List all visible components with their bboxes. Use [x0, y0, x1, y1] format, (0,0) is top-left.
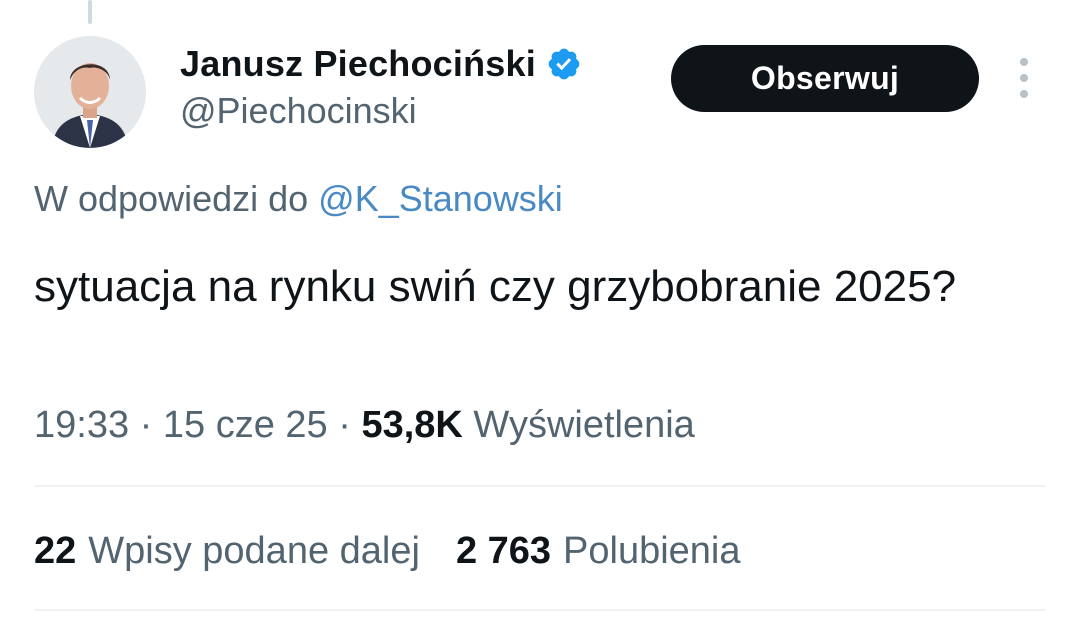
- tweet-text: sytuacja na rynku swiń czy grzybobranie …: [34, 262, 957, 311]
- tweet-date[interactable]: 15 cze 25: [163, 404, 328, 446]
- author-name-row: Janusz Piechociński: [180, 42, 582, 86]
- tweet-meta: 19:33 · 15 cze 25 · 53,8K Wyświetlenia: [34, 404, 695, 447]
- reply-mention-link[interactable]: @K_Stanowski: [318, 178, 563, 219]
- likes-stat[interactable]: 2 763 Polubienia: [456, 530, 741, 573]
- reply-prefix: W odpowiedzi do: [34, 178, 319, 219]
- likes-label: Polubienia: [563, 530, 741, 572]
- divider: [34, 485, 1046, 487]
- reposts-label: Wpisy podane dalej: [88, 530, 420, 572]
- reposts-stat[interactable]: 22 Wpisy podane dalej: [34, 530, 420, 573]
- verified-badge-icon[interactable]: [546, 46, 582, 82]
- likes-count: 2 763: [455, 530, 552, 572]
- thread-connector-line: [88, 0, 92, 24]
- author-handle[interactable]: @Piechocinski: [180, 90, 417, 132]
- author-display-name[interactable]: Janusz Piechociński: [180, 43, 536, 85]
- views-label: Wyświetlenia: [462, 404, 695, 446]
- more-dot: [1020, 74, 1028, 82]
- avatar[interactable]: [34, 36, 146, 148]
- views-count: 53,8K: [361, 404, 463, 446]
- more-dot: [1020, 58, 1028, 66]
- follow-button[interactable]: Obserwuj: [671, 45, 979, 112]
- divider: [34, 609, 1046, 611]
- engagement-stats: 22 Wpisy podane dalej 2 763 Polubienia: [34, 530, 741, 573]
- tweet-time[interactable]: 19:33: [34, 404, 129, 446]
- meta-separator: ·: [129, 404, 163, 446]
- more-options-icon[interactable]: [1010, 58, 1038, 98]
- more-dot: [1020, 90, 1028, 98]
- avatar-portrait: [34, 36, 146, 148]
- reposts-count: 22: [34, 530, 77, 572]
- reply-context: W odpowiedzi do @K_Stanowski: [34, 178, 563, 220]
- meta-separator: ·: [327, 404, 362, 446]
